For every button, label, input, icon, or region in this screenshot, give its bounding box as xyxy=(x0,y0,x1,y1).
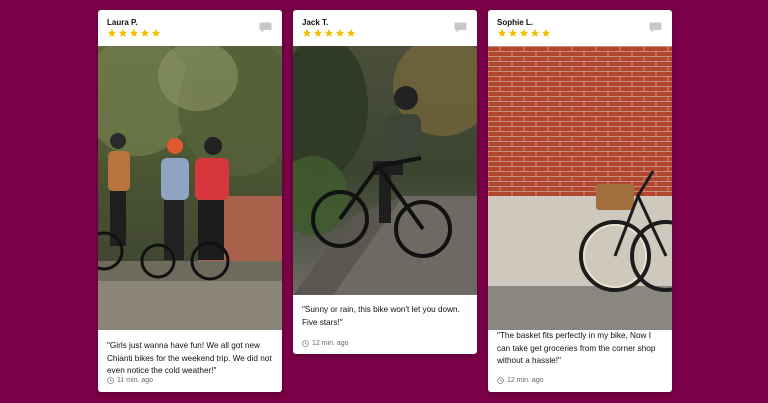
author-name: Jack T. xyxy=(302,18,329,27)
card-header: Laura P. xyxy=(98,10,282,46)
review-card-laura: Laura P. "Girls just wanna have fun! We … xyxy=(98,10,282,392)
review-photo-bike-with-basket xyxy=(488,46,672,330)
timestamp-text: 11 min. ago xyxy=(117,377,154,384)
star-icon xyxy=(519,28,529,37)
star-icon xyxy=(107,28,117,37)
star-icon xyxy=(324,28,334,37)
author-name: Laura P. xyxy=(107,18,138,27)
star-icon xyxy=(508,28,518,37)
clock-icon xyxy=(497,377,504,384)
author-name: Sophie L. xyxy=(497,18,533,27)
card-header: Jack T. xyxy=(293,10,477,46)
star-icon xyxy=(118,28,128,37)
star-icon xyxy=(346,28,356,37)
clock-icon xyxy=(302,340,309,347)
star-rating xyxy=(107,28,161,38)
star-icon xyxy=(313,28,323,37)
review-timestamp: 12 min. ago xyxy=(302,340,349,347)
clock-icon xyxy=(107,377,114,384)
star-icon xyxy=(541,28,551,37)
star-icon xyxy=(497,28,507,37)
timestamp-text: 12 min. ago xyxy=(507,377,544,384)
review-photo-cyclist-road xyxy=(293,46,477,295)
star-rating xyxy=(497,28,551,38)
star-icon xyxy=(302,28,312,37)
review-photo-group-cyclists xyxy=(98,46,282,330)
star-icon xyxy=(151,28,161,37)
review-text: "Sunny or rain, this bike won't let you … xyxy=(302,305,460,327)
review-text: "The basket fits perfectly in my bike, N… xyxy=(497,331,656,365)
review-timestamp: 12 min. ago xyxy=(497,377,544,384)
star-icon xyxy=(530,28,540,37)
comment-icon[interactable] xyxy=(649,22,662,33)
comment-icon[interactable] xyxy=(454,22,467,33)
star-icon xyxy=(335,28,345,37)
star-icon xyxy=(140,28,150,37)
review-text: "Girls just wanna have fun! We all got n… xyxy=(107,341,272,375)
card-header: Sophie L. xyxy=(488,10,672,46)
star-icon xyxy=(129,28,139,37)
star-rating xyxy=(302,28,356,38)
timestamp-text: 12 min. ago xyxy=(312,340,349,347)
review-card-sophie: Sophie L. "The basket fits perfectly in … xyxy=(488,10,672,392)
review-timestamp: 11 min. ago xyxy=(107,377,153,384)
review-card-jack: Jack T. "Sunny or rain, this bike won't … xyxy=(293,10,477,354)
comment-icon[interactable] xyxy=(259,22,272,33)
